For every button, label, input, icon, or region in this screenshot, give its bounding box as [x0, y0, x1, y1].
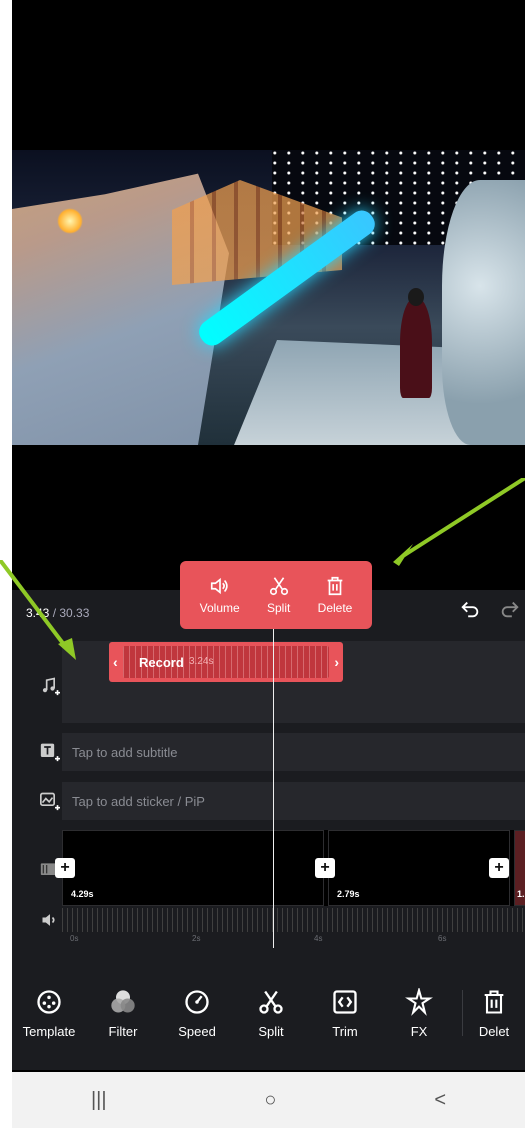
ruler-tick: 6s	[438, 934, 447, 943]
back-icon[interactable]: <	[434, 1089, 446, 1112]
speaker-icon[interactable]	[40, 910, 60, 930]
preview-person-head	[408, 288, 424, 306]
clip-duration: 4.29s	[71, 889, 94, 899]
split-tool-label: Split	[258, 1023, 284, 1039]
playhead[interactable]	[273, 628, 274, 948]
undo-icon[interactable]	[459, 598, 481, 620]
fx-icon	[405, 987, 433, 1016]
delete-tool-button[interactable]: Delet	[469, 968, 519, 1058]
volume-button[interactable]: Volume	[200, 575, 240, 615]
split-tool-button[interactable]: Split	[234, 968, 308, 1058]
video-clip[interactable]: 1.1	[514, 830, 525, 906]
trash-icon	[327, 576, 343, 596]
filter-icon	[111, 989, 135, 1012]
add-sticker-icon[interactable]	[40, 791, 60, 811]
home-icon[interactable]: ○	[264, 1089, 276, 1112]
ruler-tick: 2s	[192, 934, 201, 943]
redo-icon[interactable]	[499, 598, 521, 620]
add-transition-button[interactable]: +	[315, 858, 335, 878]
toolbar-divider	[462, 990, 463, 1036]
add-transition-button[interactable]: +	[55, 858, 75, 878]
template-label: Template	[22, 1023, 76, 1039]
system-navbar: ||| ○ <	[12, 1072, 525, 1128]
fx-label: FX	[410, 1023, 428, 1039]
trim-label: Trim	[332, 1023, 358, 1039]
record-clip[interactable]: ‹ Record 3.24s ›	[109, 642, 343, 682]
clip-right-handle-icon[interactable]: ›	[334, 654, 339, 670]
filter-button[interactable]: Filter	[86, 968, 160, 1058]
delete-label: Delete	[317, 601, 353, 615]
clip-duration: 1.1	[517, 889, 525, 899]
undo-redo	[459, 598, 521, 620]
record-duration: 3.24s	[189, 656, 214, 667]
add-transition-button[interactable]: +	[489, 858, 509, 878]
trash-icon	[484, 989, 504, 1014]
fx-button[interactable]: FX	[382, 968, 456, 1058]
speed-icon	[185, 989, 209, 1014]
trim-icon	[333, 989, 357, 1014]
bottom-toolbar: Template Filter Speed Split Trim FX Dele…	[12, 968, 525, 1058]
recent-apps-icon[interactable]: |||	[91, 1089, 107, 1112]
scissors-icon	[259, 990, 283, 1014]
delete-tool-label: Delet	[478, 1023, 510, 1039]
template-button[interactable]: Template	[12, 968, 86, 1058]
delete-button[interactable]: Delete	[317, 575, 353, 615]
callout-arrow-left	[0, 560, 76, 660]
template-icon	[37, 989, 61, 1014]
ruler-tick: 0s	[70, 934, 79, 943]
subtitle-hint[interactable]: Tap to add subtitle	[72, 745, 178, 760]
record-label: Record	[139, 655, 184, 670]
sticker-hint[interactable]: Tap to add sticker / PiP	[72, 794, 205, 809]
trim-button[interactable]: Trim	[308, 968, 382, 1058]
speed-label: Speed	[178, 1023, 216, 1039]
split-label: Split	[267, 601, 291, 615]
time-ruler: 0s 2s 4s 6s	[62, 930, 525, 960]
preview-light	[57, 208, 83, 234]
preview-ice-sculpture	[442, 180, 525, 445]
volume-icon	[210, 577, 228, 595]
clip-left-handle-icon[interactable]: ‹	[113, 654, 118, 670]
speed-button[interactable]: Speed	[160, 968, 234, 1058]
video-clip[interactable]: 2.79s	[328, 830, 510, 906]
original-audio-waveform[interactable]	[62, 908, 525, 932]
callout-arrow-right	[393, 478, 525, 566]
scissors-icon	[269, 577, 288, 596]
video-clip[interactable]: 4.29s	[62, 830, 324, 906]
video-preview[interactable]	[12, 150, 525, 445]
clip-action-popup: Volume Split Delete	[180, 561, 372, 629]
add-subtitle-icon[interactable]	[40, 742, 60, 762]
filter-label: Filter	[108, 1023, 138, 1039]
clip-duration: 2.79s	[337, 889, 360, 899]
volume-label: Volume	[199, 601, 240, 615]
split-button[interactable]: Split	[267, 575, 290, 615]
ruler-tick: 4s	[314, 934, 323, 943]
video-track: 4.29s 2.79s 1.1	[62, 830, 525, 906]
preview-person	[400, 298, 432, 398]
